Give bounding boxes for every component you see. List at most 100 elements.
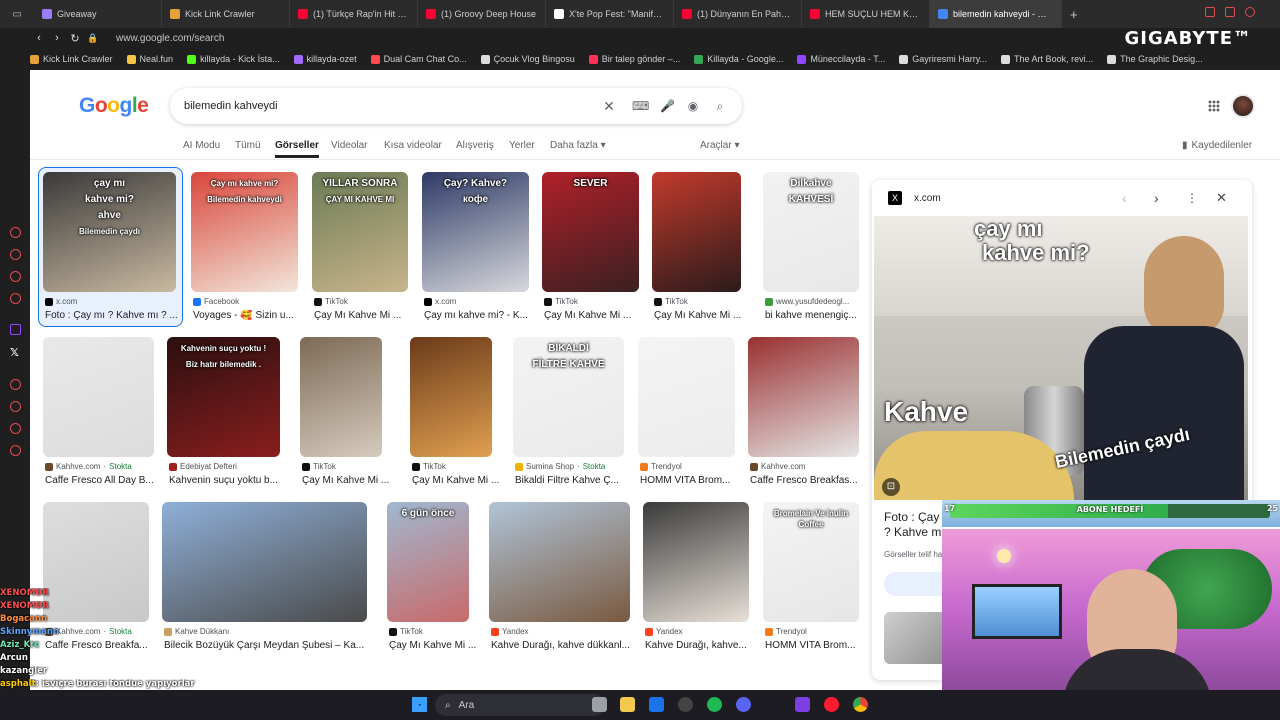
bookmark-item[interactable]: The Art Book, revi... <box>1001 54 1093 64</box>
windows-start-icon[interactable] <box>412 697 427 712</box>
browser-tab[interactable]: (1) Groovy Deep House <box>418 0 546 28</box>
search-tab[interactable]: Kısa videolar <box>384 140 442 151</box>
file-explorer-icon[interactable] <box>620 697 635 712</box>
mail-icon[interactable] <box>649 697 664 712</box>
site-info-icon[interactable]: 🔒 <box>84 33 102 44</box>
more-options-icon[interactable]: ⋮ <box>1186 191 1198 205</box>
app-icon[interactable] <box>795 697 810 712</box>
image-result[interactable]: Kahvenin suçu yoktu ! Biz hatır bilemedik… <box>167 337 280 497</box>
result-title[interactable]: Caffe Fresco Breakfas... <box>750 475 861 486</box>
bookmark-item[interactable]: Müneccilayda - T... <box>797 54 885 64</box>
browser-tab[interactable]: Kick Link Crawler <box>162 0 290 28</box>
bookmark-item[interactable]: Kick Link Crawler <box>30 54 113 64</box>
search-box[interactable]: bilemedin kahveydi ✕ ⌨ 🎤 ◉ ⌕ <box>170 88 742 124</box>
sidebar-icon-3[interactable] <box>10 271 21 282</box>
result-title[interactable]: Foto : Çay mı ? Kahve mı ? ... <box>45 310 178 321</box>
taskbar-search[interactable]: ⌕ Ara <box>435 694 605 716</box>
image-result[interactable]: Çay? Kahve? кофе x.com Çay mı kahve mi? - K… <box>422 172 529 332</box>
image-result[interactable]: Dilkahve KAHVESİ www.yusufdedeogl... bi kah… <box>763 172 859 332</box>
result-thumbnail[interactable] <box>748 337 859 457</box>
image-result[interactable]: Trendyol HOMM VİTA Brom... <box>638 337 735 497</box>
minimize-icon[interactable] <box>1205 7 1215 17</box>
result-thumbnail[interactable]: Kahvenin suçu yoktu ! Biz hatır bilemedik… <box>167 337 280 457</box>
result-thumbnail[interactable] <box>410 337 492 457</box>
chrome-icon[interactable] <box>853 697 868 712</box>
bookmark-item[interactable]: killayda-ozet <box>293 54 357 64</box>
spotify-icon[interactable] <box>707 697 722 712</box>
result-title[interactable]: Bikaldi Filtre Kahve Ç... <box>515 475 626 486</box>
search-tab[interactable]: Görseller <box>275 140 319 158</box>
search-tab[interactable]: Daha fazla ▾ <box>550 140 606 151</box>
result-thumbnail[interactable]: BİKALDİ FİLTRE KAHVE <box>513 337 624 457</box>
tools-button[interactable]: Araçlar ▾ <box>700 140 739 151</box>
lens-search-icon[interactable]: ⊡ <box>882 478 900 496</box>
image-result[interactable]: YILLAR SONRA ÇAY MI KAHVE MI TikTok Çay Mı … <box>312 172 408 332</box>
search-tab[interactable]: Videolar <box>331 140 368 151</box>
keyboard-icon[interactable]: ⌨ <box>632 99 649 113</box>
result-thumbnail[interactable]: çay mı kahve mi? ahve Bilemedin çaydı <box>43 172 176 292</box>
image-result[interactable]: TikTok Çay Mı Kahve Mi ... <box>300 337 389 497</box>
image-result[interactable]: Kahhve.com · Stokta Caffe Fresco All Day B.… <box>43 337 154 497</box>
image-result[interactable]: TikTok Çay Mı Kahve Mi ... <box>652 172 741 332</box>
browser-tab[interactable]: bilemedin kahveydi - Goog <box>930 0 1062 28</box>
result-title[interactable]: Çay Mı Kahve Mi ... <box>654 310 764 321</box>
result-thumbnail[interactable]: Çay? Kahve? кофе <box>422 172 529 292</box>
result-title[interactable]: bi kahve menengiç... <box>765 310 875 321</box>
search-input[interactable]: bilemedin kahveydi <box>184 100 278 112</box>
image-result[interactable]: TikTok Çay Mı Kahve Mi ... <box>410 337 499 497</box>
browser-tab[interactable]: (1) Türkçe Rap'in Hit Makin <box>290 0 418 28</box>
image-result[interactable]: Çay mı kahve mi? Bilemedin kahveydi Facebo… <box>191 172 298 332</box>
reload-icon[interactable]: ↻ <box>66 32 84 45</box>
browser-tab[interactable]: X'te Pop Fest: "Manifest, A <box>546 0 674 28</box>
maximize-icon[interactable] <box>1225 7 1235 17</box>
browser-tab[interactable]: (1) Dünyanın En Pahalı Evi <box>674 0 802 28</box>
next-icon[interactable]: › <box>1154 190 1159 206</box>
result-thumbnail[interactable] <box>489 502 630 622</box>
sidebar-icon-5[interactable] <box>10 379 21 390</box>
preview-source[interactable]: x.com <box>914 193 941 204</box>
url-field[interactable]: www.google.com/search <box>116 33 224 44</box>
result-title[interactable]: HOMM VİTA Brom... <box>765 640 875 651</box>
discord-icon[interactable] <box>736 697 751 712</box>
saved-button[interactable]: ▮ Kaydedilenler <box>1182 140 1252 151</box>
preview-image[interactable]: çay mı kahve mi? Kahve Bilemedin çaydı ⊡ <box>874 216 1248 500</box>
result-title[interactable]: Voyages - 🥰 Sizin u... <box>193 310 303 321</box>
result-thumbnail[interactable]: SEVER <box>542 172 639 292</box>
opera-gx-icon[interactable] <box>824 697 839 712</box>
result-thumbnail[interactable] <box>638 337 735 457</box>
apps-grid-icon[interactable] <box>1208 100 1220 112</box>
result-thumbnail[interactable]: Bromelain Ve Inulin Coffee <box>763 502 859 622</box>
image-result[interactable]: BİKALDİ FİLTRE KAHVE Sumina Shop · Stokta Bik… <box>513 337 624 497</box>
result-title[interactable]: Çay Mı Kahve Mi ... <box>544 310 654 321</box>
image-result[interactable]: Yandex Kahve Durağı, kahve... <box>643 502 749 662</box>
image-result[interactable]: çay mı kahve mi? ahve Bilemedin çaydı x.com F… <box>43 172 178 332</box>
result-title[interactable]: Çay Mı Kahve Mi ... <box>412 475 522 486</box>
result-thumbnail[interactable]: YILLAR SONRA ÇAY MI KAHVE MI <box>312 172 408 292</box>
sidebar-icon-4[interactable] <box>10 293 21 304</box>
result-thumbnail[interactable] <box>652 172 741 292</box>
search-tab[interactable]: Tümü <box>235 140 261 151</box>
sidebar-icon-1[interactable] <box>10 227 21 238</box>
settings-icon[interactable] <box>10 445 21 456</box>
tab-groups-icon[interactable]: ▭ <box>0 9 34 20</box>
bookmark-item[interactable]: Dual Cam Chat Co... <box>370 54 467 64</box>
search-icon[interactable]: ⌕ <box>713 99 727 113</box>
x-icon[interactable]: 𝕏 <box>10 346 19 359</box>
github-icon[interactable] <box>678 697 693 712</box>
lens-icon[interactable]: ◉ <box>686 99 700 113</box>
browser-tab[interactable]: Giveaway <box>34 0 162 28</box>
back-icon[interactable]: ‹ <box>30 32 48 44</box>
result-title[interactable]: Kahve Durağı, kahve... <box>645 640 755 651</box>
google-logo[interactable]: Google <box>79 94 149 118</box>
sidebar-icon-2[interactable] <box>10 249 21 260</box>
browser-tab[interactable]: HEM SUÇLU HEM KAÇAK <box>802 0 930 28</box>
result-thumbnail[interactable] <box>43 337 154 457</box>
search-tab[interactable]: Alışveriş <box>456 140 494 151</box>
microphone-icon[interactable]: 🎤 <box>660 99 675 113</box>
prev-icon[interactable]: ‹ <box>1122 190 1127 206</box>
bookmark-item[interactable]: Gayriresmi Harry... <box>899 54 987 64</box>
result-title[interactable]: Çay Mı Kahve Mi ... <box>302 475 412 486</box>
result-title[interactable]: Çay mı kahve mi? - K... <box>424 310 534 321</box>
result-title[interactable]: Caffe Fresco All Day B... <box>45 475 156 486</box>
task-view-icon[interactable] <box>592 697 607 712</box>
